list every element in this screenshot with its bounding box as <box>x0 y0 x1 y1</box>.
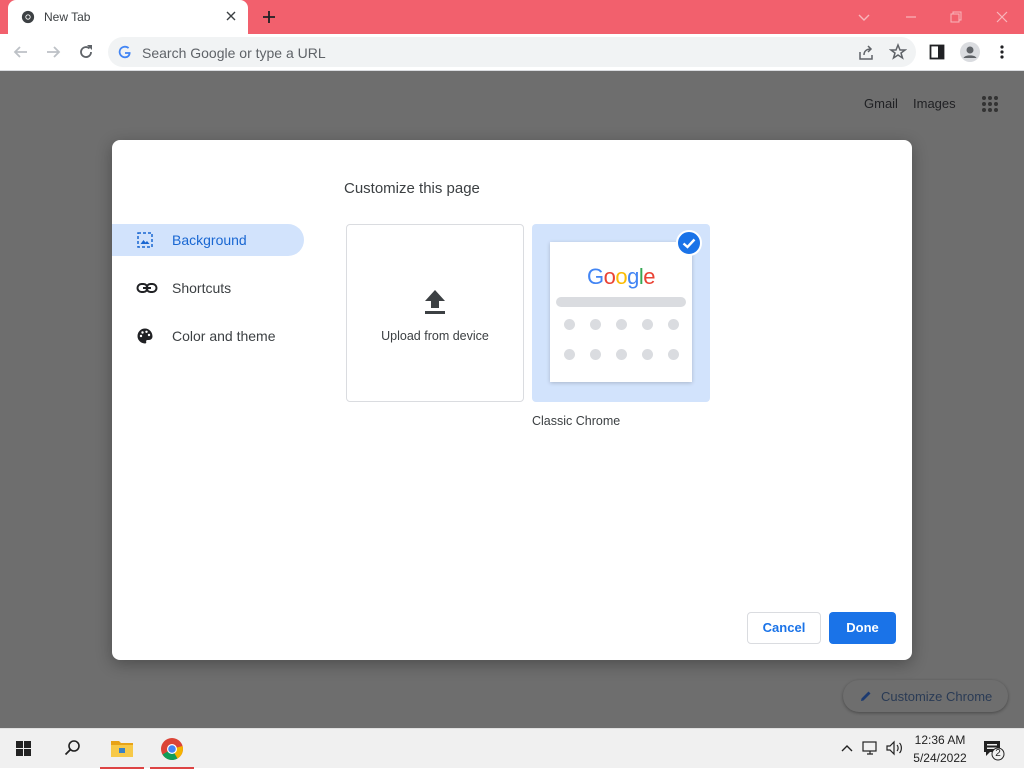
close-window-icon[interactable] <box>993 8 1011 26</box>
reload-icon[interactable] <box>77 43 95 61</box>
customize-chrome-button[interactable]: Customize Chrome <box>843 680 1008 712</box>
windows-logo-icon <box>16 741 31 756</box>
google-logo-letter: o <box>615 264 628 289</box>
chrome-taskbar-button[interactable] <box>148 729 196 769</box>
omnibox[interactable]: Search Google or type a URL <box>108 37 916 67</box>
preview-dot <box>642 349 653 360</box>
preview-search-bar <box>556 297 686 307</box>
folder-icon <box>111 741 133 757</box>
side-panel-icon[interactable] <box>929 44 945 60</box>
notification-count: 2 <box>995 748 1001 759</box>
clock-time[interactable]: 12:36 AM <box>912 733 968 747</box>
preview-dot <box>590 349 601 360</box>
nav-color-theme[interactable]: Color and theme <box>112 320 304 352</box>
bookmark-star-icon[interactable] <box>889 43 907 61</box>
omnibox-placeholder: Search Google or type a URL <box>142 45 326 61</box>
more-menu-icon[interactable] <box>995 44 1009 60</box>
google-logo: Google <box>550 264 692 290</box>
image-icon <box>136 231 154 249</box>
start-button[interactable] <box>0 729 48 769</box>
customize-chrome-label: Customize Chrome <box>881 689 993 704</box>
windows-taskbar: 12:36 AM 5/24/2022 2 <box>0 728 1024 769</box>
classic-chrome-preview: Google <box>550 242 692 382</box>
title-bar: New Tab <box>0 0 1024 34</box>
nav-color-theme-label: Color and theme <box>172 328 276 344</box>
dialog-title: Customize this page <box>344 180 480 197</box>
preview-dot <box>642 319 653 330</box>
preview-dot <box>616 319 627 330</box>
preview-dot <box>668 349 679 360</box>
gmail-link[interactable]: Gmail <box>864 96 898 111</box>
classic-chrome-tile[interactable]: Google <box>532 224 710 402</box>
show-hidden-icons-chevron-icon[interactable] <box>840 741 854 755</box>
volume-icon[interactable] <box>885 740 905 756</box>
nav-background[interactable]: Background <box>112 224 304 256</box>
cancel-button[interactable]: Cancel <box>747 612 821 644</box>
apps-grid-icon[interactable] <box>981 95 999 113</box>
preview-dot <box>564 319 575 330</box>
file-explorer-button[interactable] <box>98 729 146 769</box>
search-icon <box>64 740 80 756</box>
clock-date[interactable]: 5/24/2022 <box>912 751 968 765</box>
link-icon <box>136 279 158 297</box>
tab-search-icon[interactable] <box>855 8 873 26</box>
minimize-icon[interactable] <box>902 8 920 26</box>
google-logo-letter: e <box>643 264 655 289</box>
done-button[interactable]: Done <box>829 612 896 644</box>
back-icon[interactable] <box>12 43 30 61</box>
nav-shortcuts[interactable]: Shortcuts <box>112 272 304 304</box>
images-link[interactable]: Images <box>913 96 956 111</box>
profile-avatar-icon[interactable] <box>959 41 981 63</box>
preview-dot <box>668 319 679 330</box>
pencil-icon <box>859 689 873 703</box>
browser-toolbar: Search Google or type a URL <box>0 34 1024 71</box>
google-logo-letter: g <box>627 264 639 289</box>
search-taskbar-button[interactable] <box>48 729 96 769</box>
preview-dot <box>616 349 627 360</box>
forward-icon[interactable] <box>44 43 62 61</box>
customize-dialog: Customize this page Background Shortcuts… <box>112 140 912 660</box>
chrome-favicon-icon <box>21 10 35 24</box>
google-logo-letter: o <box>603 264 616 289</box>
palette-icon <box>136 327 154 345</box>
tab-title: New Tab <box>44 10 91 24</box>
classic-chrome-label: Classic Chrome <box>532 414 621 428</box>
preview-dot <box>564 349 575 360</box>
share-icon[interactable] <box>857 44 875 62</box>
tab-new-tab[interactable]: New Tab <box>8 0 248 34</box>
network-icon[interactable] <box>862 740 880 756</box>
google-g-icon <box>118 45 132 59</box>
upload-icon <box>423 289 447 315</box>
preview-dot <box>590 319 601 330</box>
restore-icon[interactable] <box>947 8 965 26</box>
new-tab-icon[interactable] <box>262 10 276 24</box>
nav-background-label: Background <box>172 232 247 248</box>
chrome-icon <box>161 738 183 760</box>
nav-shortcuts-label: Shortcuts <box>172 280 232 296</box>
selected-check-icon <box>676 230 702 256</box>
tab-close-icon[interactable] <box>226 11 236 21</box>
google-logo-letter: G <box>586 264 604 289</box>
upload-label: Upload from device <box>381 329 489 343</box>
upload-from-device-tile[interactable]: Upload from device <box>346 224 524 402</box>
